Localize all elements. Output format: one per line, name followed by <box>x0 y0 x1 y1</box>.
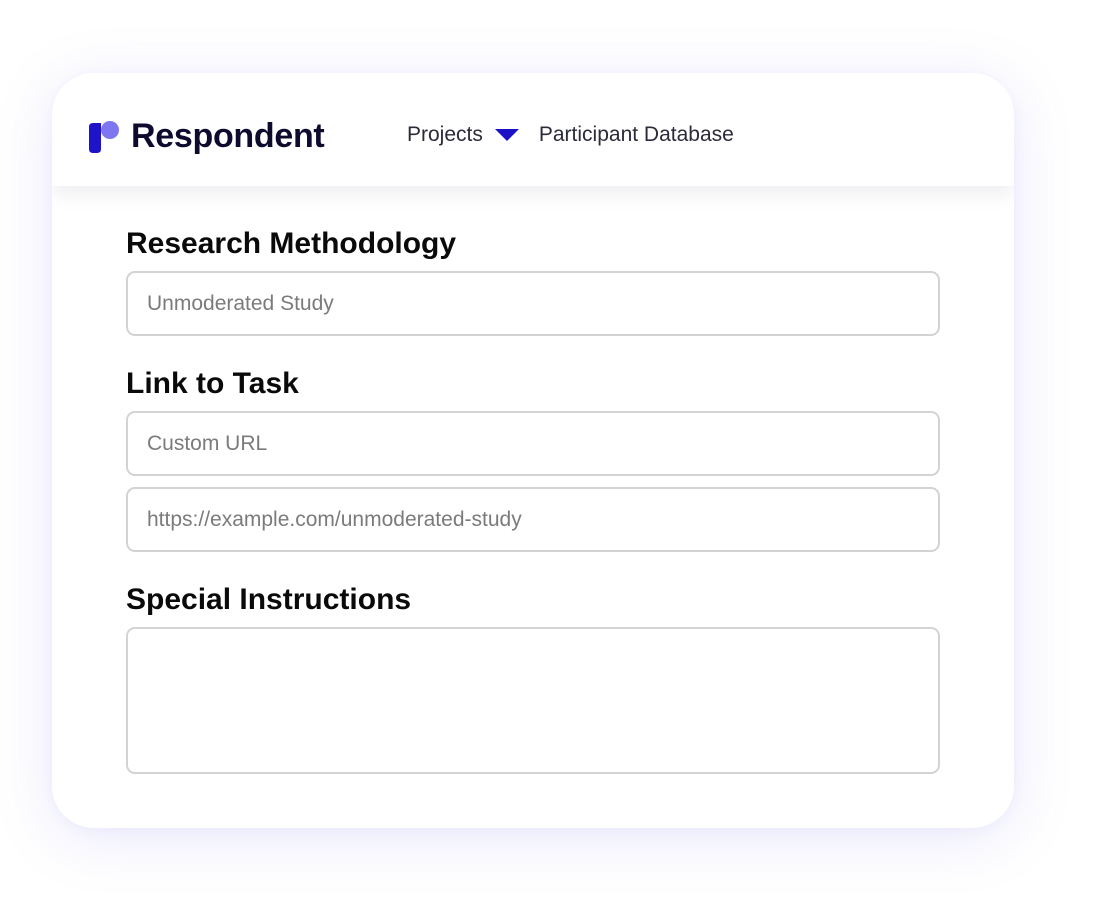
respondent-logo-icon <box>89 121 119 153</box>
research-methodology-label: Research Methodology <box>126 227 457 260</box>
nav-projects-link[interactable]: Projects <box>407 120 483 150</box>
top-navbar: Respondent Projects Participant Database <box>52 73 1014 186</box>
brand-name: Respondent <box>131 117 325 155</box>
caret-down-icon[interactable] <box>494 128 519 142</box>
research-methodology-input[interactable] <box>126 271 940 336</box>
app-window: Respondent Projects Participant Database… <box>52 73 1014 828</box>
link-to-task-label: Link to Task <box>126 367 299 400</box>
brand[interactable]: Respondent <box>87 117 325 155</box>
nav-links: Projects Participant Database <box>407 120 734 150</box>
nav-participant-database-link[interactable]: Participant Database <box>539 120 734 150</box>
special-instructions-label: Special Instructions <box>126 583 412 616</box>
special-instructions-textarea[interactable] <box>126 627 940 774</box>
link-type-input[interactable] <box>126 411 940 476</box>
task-url-input[interactable] <box>126 487 940 552</box>
